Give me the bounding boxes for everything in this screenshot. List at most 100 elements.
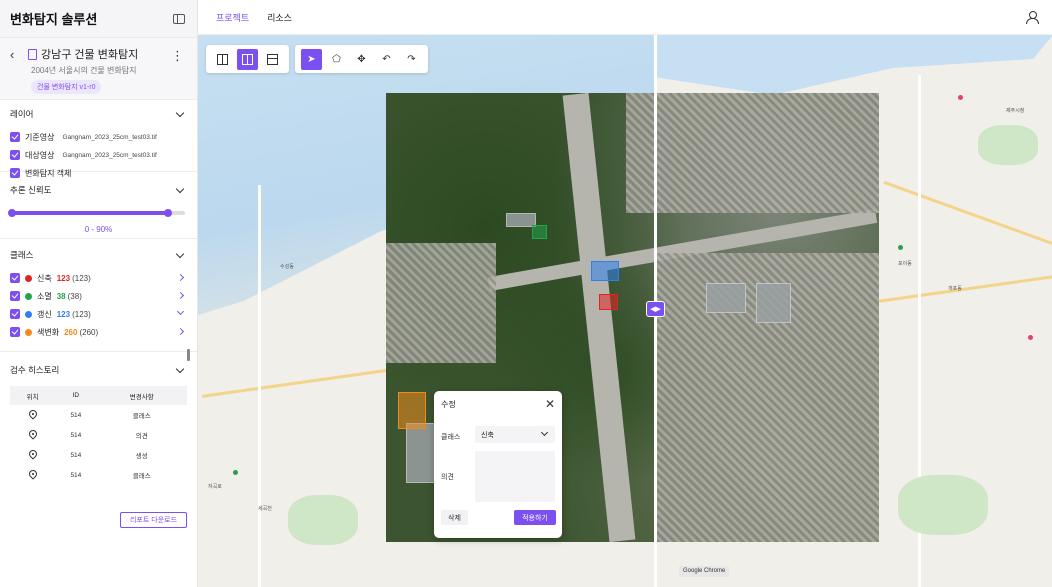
table-row[interactable]: 514 클래스: [10, 465, 187, 485]
slider-max-thumb[interactable]: [163, 209, 172, 217]
map-view[interactable]: 수성동 자곡로 개포동 세곡천 포이동 제주시청 ◀▶ ➤ ⬠ ✥ ↶ ↷ 수정…: [198, 35, 1052, 587]
table-row[interactable]: 514 클래스: [10, 405, 187, 425]
redo-button[interactable]: ↷: [401, 49, 422, 70]
imagery-road: [562, 93, 636, 542]
imagery-urban: [626, 93, 879, 213]
layer-checkbox[interactable]: [10, 132, 20, 142]
split-view-button[interactable]: [212, 49, 233, 70]
location-cell[interactable]: [10, 425, 55, 445]
class-item[interactable]: 소멸 38 (38): [10, 287, 187, 305]
comment-textarea[interactable]: [475, 451, 555, 502]
polygon-icon: ⬠: [332, 53, 341, 65]
tab-project[interactable]: 프로젝트: [216, 11, 249, 24]
undo-button[interactable]: ↶: [376, 49, 397, 70]
select-tool-button[interactable]: ➤: [301, 48, 322, 70]
map-park: [898, 475, 988, 535]
class-name: 색변화: [37, 327, 60, 337]
swipe-view-button[interactable]: [237, 48, 258, 70]
confidence-header[interactable]: 추론 신뢰도: [10, 176, 187, 204]
view-toolbar: [206, 45, 289, 73]
more-options-icon[interactable]: ⋮: [171, 48, 184, 64]
location-cell[interactable]: [10, 465, 55, 485]
map-poi-icon[interactable]: [898, 245, 903, 250]
table-row[interactable]: 514 의견: [10, 425, 187, 445]
classes-header[interactable]: 클래스: [10, 241, 187, 269]
change-cell: 클래스: [132, 473, 151, 480]
swipe-horizontal-button[interactable]: [262, 49, 283, 70]
location-cell[interactable]: [10, 405, 55, 425]
confidence-slider[interactable]: [8, 206, 185, 220]
imagery-building: [756, 283, 791, 323]
back-arrow-icon[interactable]: ‹: [10, 47, 26, 62]
project-header: ‹ 강남구 건물 변화탐지 ⋮ 2004년 서울시의 건물 변화탐지 건물 변화…: [0, 38, 197, 100]
location-pin-icon[interactable]: [26, 468, 39, 480]
classes-section: 클래스 신축 123 (123) 소멸 38 (38) 갱신 123 (123) 색변화 260 (2…: [0, 239, 197, 352]
class-item[interactable]: 갱신 123 (123): [10, 305, 187, 323]
column-header: 위치: [10, 386, 56, 405]
apply-button[interactable]: 적용하기: [514, 510, 556, 525]
map-label: 세곡천: [258, 506, 272, 512]
column-header: 변경사항: [96, 386, 187, 405]
chevron-down-icon[interactable]: [176, 307, 185, 316]
class-color-dot: [25, 292, 32, 300]
confidence-section: 추론 신뢰도 0 - 90%: [0, 172, 197, 239]
column-header: ID: [55, 386, 97, 405]
change-cell: 생성: [135, 453, 148, 460]
chevron-down-icon[interactable]: [175, 249, 185, 258]
class-select[interactable]: 신축: [475, 426, 555, 443]
class-checkbox[interactable]: [10, 309, 20, 319]
id-cell: 514: [70, 451, 82, 459]
class-checkbox[interactable]: [10, 291, 20, 301]
map-label: 자곡로: [208, 484, 222, 490]
report-download-button[interactable]: 리포트 다운로드: [120, 512, 187, 528]
class-checkbox[interactable]: [10, 273, 20, 283]
edit-popup: 수정 ✕ 클래스 신축 의견 삭제 적용하기: [434, 391, 562, 538]
location-cell[interactable]: [10, 445, 55, 465]
polygon-tool-button[interactable]: ⬠: [326, 49, 347, 70]
split-handle[interactable]: ◀▶: [646, 301, 665, 317]
change-cell: 의견: [135, 433, 148, 440]
layer-checkbox[interactable]: [10, 150, 20, 160]
delete-button[interactable]: 삭제: [441, 510, 468, 525]
slider-min-thumb[interactable]: [8, 209, 16, 217]
class-checkbox[interactable]: [10, 327, 20, 337]
chevron-down-icon[interactable]: [175, 364, 185, 373]
detection-color-change[interactable]: [398, 392, 426, 429]
location-pin-icon[interactable]: [26, 428, 39, 440]
swipe-vertical-icon: [242, 53, 253, 65]
chevron-right-icon[interactable]: [176, 273, 185, 282]
user-icon[interactable]: [1026, 11, 1039, 24]
sidebar-scrollbar[interactable]: [187, 349, 190, 361]
map-label: 수성동: [280, 264, 294, 270]
close-icon[interactable]: ✕: [545, 397, 555, 411]
chevron-right-icon[interactable]: [176, 291, 185, 300]
detection-new[interactable]: [599, 294, 618, 310]
map-poi-icon[interactable]: [958, 95, 963, 100]
class-count: 260: [64, 327, 78, 337]
chevron-right-icon[interactable]: [176, 327, 185, 336]
class-color-dot: [25, 310, 32, 318]
map-label: 제주시청: [1006, 108, 1025, 114]
sidebar-collapse-icon[interactable]: [173, 13, 185, 24]
location-pin-icon[interactable]: [26, 408, 39, 420]
app-title: 변화탐지 솔루션: [10, 12, 98, 27]
class-count: 123: [56, 309, 71, 319]
class-item[interactable]: 색변화 260 (260): [10, 323, 187, 341]
location-pin-icon[interactable]: [26, 448, 39, 460]
tab-resource[interactable]: 리소스: [267, 11, 292, 24]
map-poi-icon[interactable]: [1028, 335, 1033, 340]
detection-updated[interactable]: [591, 261, 619, 281]
map-poi-icon[interactable]: [233, 470, 238, 475]
layer-checkbox[interactable]: [10, 168, 20, 178]
move-tool-button[interactable]: ✥: [351, 49, 372, 70]
table-row[interactable]: 514 생성: [10, 445, 187, 465]
history-header[interactable]: 검수 히스토리: [10, 356, 187, 384]
layers-header[interactable]: 레이어: [10, 100, 187, 128]
class-item[interactable]: 신축 123 (123): [10, 269, 187, 287]
browser-tooltip: Google Chrome: [679, 566, 730, 577]
chevron-down-icon[interactable]: [175, 108, 185, 117]
map-road: [883, 180, 1052, 253]
chevron-down-icon[interactable]: [175, 184, 185, 193]
detection-removed[interactable]: [532, 225, 547, 239]
layer-file: Gangnam_2023_25cm_test03.tif: [62, 133, 157, 141]
